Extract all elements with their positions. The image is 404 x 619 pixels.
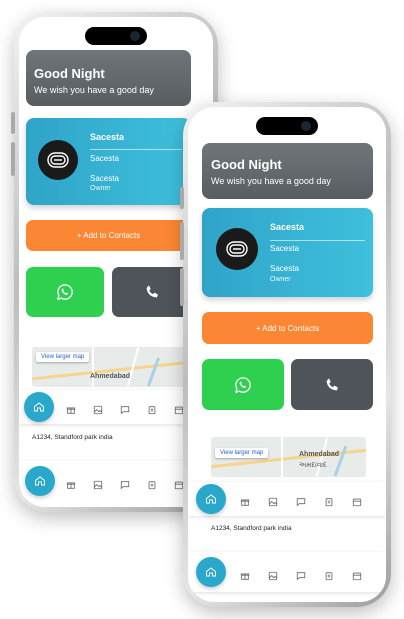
profile-company-2: Sacesta bbox=[90, 174, 119, 183]
nav-clipboard-icon[interactable] bbox=[324, 568, 334, 581]
nav-gallery-icon[interactable] bbox=[268, 494, 278, 507]
bottom-nav bbox=[188, 482, 386, 516]
front-phone-screen: Good Night We wish you have a good day S… bbox=[188, 107, 386, 602]
nav-gift-icon[interactable] bbox=[66, 402, 76, 414]
profile-name: Sacesta bbox=[90, 132, 125, 142]
view-larger-map-link[interactable]: View larger map bbox=[36, 352, 90, 362]
map-city-local-label: અમદાવાદ bbox=[299, 462, 327, 469]
profile-name: Sacesta bbox=[270, 222, 305, 232]
address-text: A1234, Standford park india bbox=[211, 525, 292, 532]
whatsapp-button[interactable] bbox=[202, 359, 284, 410]
map-city-label: Ahmedabad bbox=[90, 373, 131, 380]
nav-calendar-icon[interactable] bbox=[352, 494, 362, 507]
company-logo bbox=[38, 140, 78, 180]
add-to-contacts-button[interactable]: + Add to Contacts bbox=[202, 312, 373, 344]
nav-home-button[interactable] bbox=[196, 484, 226, 514]
home-icon bbox=[35, 476, 45, 486]
greeting-subtitle: We wish you have a good day bbox=[211, 176, 331, 186]
whatsapp-icon bbox=[234, 376, 251, 393]
bottom-nav-2 bbox=[188, 552, 386, 592]
address-text: A1234, Standford park india bbox=[32, 434, 113, 441]
nav-gallery-icon[interactable] bbox=[268, 568, 278, 581]
greeting-card: Good Night We wish you have a good day bbox=[202, 143, 373, 199]
profile-company: Sacesta bbox=[270, 244, 299, 253]
phone-icon bbox=[146, 285, 158, 298]
whatsapp-button[interactable] bbox=[26, 267, 104, 317]
greeting-subtitle: We wish you have a good day bbox=[34, 85, 154, 95]
nav-clipboard-icon[interactable] bbox=[147, 477, 157, 490]
nav-home-button-2[interactable] bbox=[196, 557, 226, 587]
nav-gallery-icon[interactable] bbox=[93, 402, 103, 415]
map-view[interactable]: View larger map Ahmedabad અમદાવાદ bbox=[211, 437, 366, 477]
nav-clipboard-icon[interactable] bbox=[324, 494, 334, 507]
nav-chat-icon[interactable] bbox=[296, 568, 306, 581]
nav-gallery-icon[interactable] bbox=[93, 477, 103, 490]
greeting-title: Good Night bbox=[211, 157, 282, 172]
company-logo bbox=[216, 228, 258, 270]
add-to-contacts-button[interactable]: + Add to Contacts bbox=[26, 220, 191, 251]
profile-company-2: Sacesta bbox=[270, 264, 299, 273]
nav-gift-icon[interactable] bbox=[240, 494, 250, 506]
map-city-label: Ahmedabad bbox=[299, 451, 340, 458]
profile-role: Owner bbox=[90, 185, 111, 192]
home-icon bbox=[34, 402, 44, 412]
front-phone: Good Night We wish you have a good day S… bbox=[180, 102, 391, 607]
nav-gift-icon[interactable] bbox=[66, 477, 76, 489]
map-view[interactable]: View larger map Ahmedabad bbox=[32, 347, 191, 387]
nav-clipboard-icon[interactable] bbox=[147, 402, 157, 415]
phone-icon bbox=[326, 378, 338, 390]
home-icon bbox=[206, 494, 216, 504]
nav-home-button[interactable] bbox=[24, 392, 54, 422]
greeting-title: Good Night bbox=[34, 66, 105, 81]
nav-home-button-2[interactable] bbox=[25, 466, 55, 496]
nav-chat-icon[interactable] bbox=[120, 477, 130, 490]
profile-card: Sacesta Sacesta Sacesta Owner bbox=[202, 208, 373, 297]
nav-gift-icon[interactable] bbox=[240, 568, 250, 580]
home-icon bbox=[206, 567, 216, 577]
greeting-card: Good Night We wish you have a good day bbox=[26, 50, 191, 106]
whatsapp-icon bbox=[56, 284, 73, 301]
nav-chat-icon[interactable] bbox=[296, 494, 306, 507]
profile-role: Owner bbox=[270, 276, 291, 283]
nav-calendar-icon[interactable] bbox=[352, 568, 362, 581]
profile-card: Sacesta Sacesta Sacesta Owner bbox=[26, 118, 191, 205]
profile-company: Sacesta bbox=[90, 154, 119, 163]
phone-button[interactable] bbox=[291, 359, 373, 410]
view-larger-map-link[interactable]: View larger map bbox=[215, 448, 269, 458]
nav-chat-icon[interactable] bbox=[120, 402, 130, 415]
